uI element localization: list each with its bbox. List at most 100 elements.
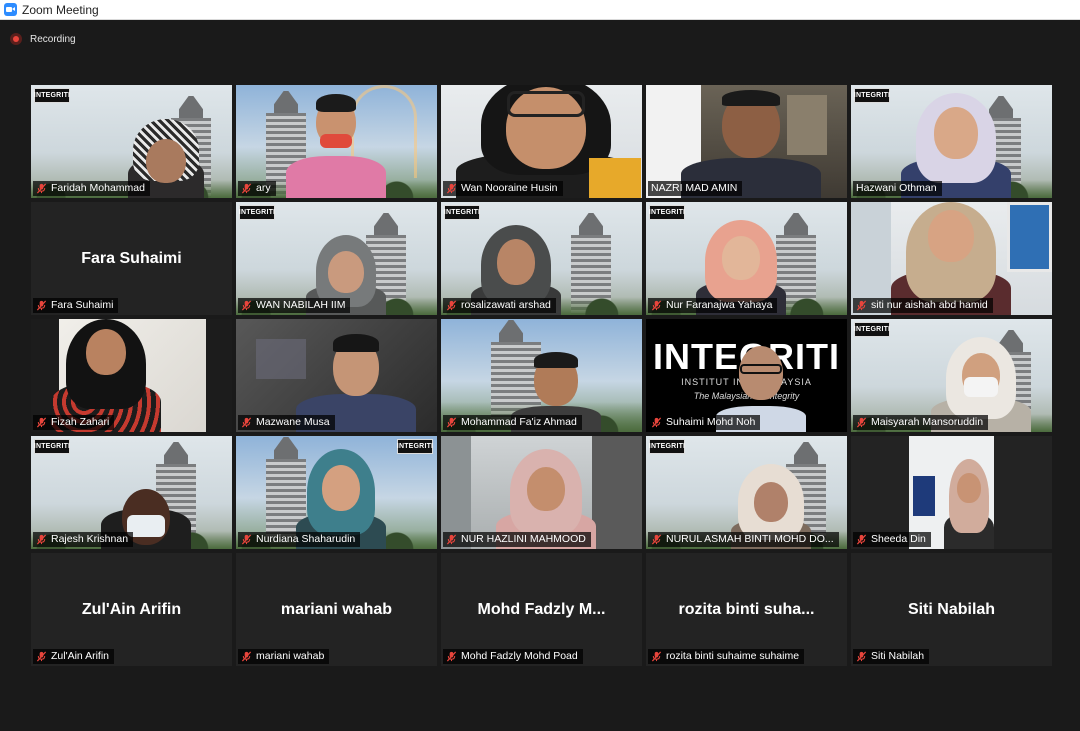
participant-name: rosalizawati arshad [461, 299, 551, 311]
participant-tile[interactable]: INTEGRITI Faridah Mohammad [31, 85, 232, 198]
participant-tile[interactable]: Mohammad Fa'iz Ahmad [441, 319, 642, 432]
participant-tile[interactable]: ary [236, 85, 437, 198]
mic-muted-icon [241, 534, 252, 545]
participant-tile[interactable]: Wan Nooraine Husin [441, 85, 642, 198]
participant-tile[interactable]: Sheeda Din [851, 436, 1052, 549]
participant-name: Nurdiana Shaharudin [256, 533, 356, 545]
mic-muted-icon [36, 417, 47, 428]
integriti-logo: INTEGRITI [854, 88, 890, 103]
participant-nameplate: Wan Nooraine Husin [443, 181, 563, 196]
participant-tile[interactable]: INTEGRITI Hazwani Othman [851, 85, 1052, 198]
participant-nameplate: siti nur aishah abd hamid [853, 298, 993, 313]
participant-name: Suhaimi Mohd Noh [666, 416, 756, 428]
participant-tile[interactable]: mariani wahab mariani wahab [236, 553, 437, 666]
participant-nameplate: Faridah Mohammad [33, 181, 150, 196]
zoom-app-icon [4, 3, 17, 16]
participant-name: ary [256, 182, 271, 194]
participant-nameplate: NURUL ASMAH BINTI MOHD DO... [648, 532, 839, 547]
participant-nameplate: Rajesh Krishnan [33, 532, 134, 547]
participant-name: Wan Nooraine Husin [461, 182, 558, 194]
participant-nameplate: mariani wahab [238, 649, 330, 664]
integriti-logo: INTEGRITI [397, 439, 433, 454]
mic-muted-icon [856, 300, 867, 311]
mic-muted-icon [651, 534, 662, 545]
participant-tile[interactable]: INTEGRITI INSTITUT INTE...ALAYSIA The Ma… [646, 319, 847, 432]
integriti-logo: INTEGRITI [854, 322, 890, 337]
participant-nameplate: Suhaimi Mohd Noh [648, 415, 761, 430]
mic-muted-icon [36, 300, 47, 311]
mic-muted-icon [446, 534, 457, 545]
integriti-logo: INTEGRITI [444, 205, 480, 220]
participant-nameplate: Hazwani Othman [853, 181, 942, 196]
participant-tile[interactable]: INTEGRITI Maisyarah Mansoruddin [851, 319, 1052, 432]
participant-name: NUR HAZLINI MAHMOOD [461, 533, 586, 545]
participant-name: Mazwane Musa [256, 416, 330, 428]
integriti-logo: INTEGRITI [34, 88, 70, 103]
participant-name: Fara Suhaimi [51, 299, 114, 311]
participant-tile[interactable]: rozita binti suha... rozita binti suhaim… [646, 553, 847, 666]
mic-muted-icon [241, 651, 252, 662]
participant-name: NAZRI MAD AMIN [651, 182, 738, 194]
participant-name: Nur Faranajwa Yahaya [666, 299, 773, 311]
gallery-view: INTEGRITI Faridah Mohammad ary Wan Noora… [31, 85, 1052, 666]
participant-tile[interactable]: Siti Nabilah Siti Nabilah [851, 553, 1052, 666]
mic-muted-icon [446, 183, 457, 194]
participant-tile[interactable]: Fara Suhaimi Fara Suhaimi [31, 202, 232, 315]
participant-name: Faridah Mohammad [51, 182, 145, 194]
mic-muted-icon [446, 300, 457, 311]
participant-nameplate: WAN NABILAH IIM [238, 298, 351, 313]
window-titlebar: Zoom Meeting [0, 0, 1080, 20]
integriti-logo: INTEGRITI [239, 205, 275, 220]
participant-nameplate: NUR HAZLINI MAHMOOD [443, 532, 591, 547]
participant-nameplate: Siti Nabilah [853, 649, 930, 664]
recording-label: Recording [30, 33, 76, 45]
participant-nameplate: Mazwane Musa [238, 415, 335, 430]
participant-tile[interactable]: INTEGRITI WAN NABILAH IIM [236, 202, 437, 315]
mic-muted-icon [36, 183, 47, 194]
participant-nameplate: Fara Suhaimi [33, 298, 119, 313]
participant-name: WAN NABILAH IIM [256, 299, 346, 311]
mic-muted-icon [446, 651, 457, 662]
participant-tile[interactable]: siti nur aishah abd hamid [851, 202, 1052, 315]
participant-tile[interactable]: INTEGRITI Nurdiana Shaharudin [236, 436, 437, 549]
mic-muted-icon [36, 651, 47, 662]
participant-name: Mohammad Fa'iz Ahmad [461, 416, 577, 428]
participant-tile[interactable]: Fizah Zahari [31, 319, 232, 432]
integriti-logo: INTEGRITI [649, 439, 685, 454]
participant-nameplate: Maisyarah Mansoruddin [853, 415, 989, 430]
participant-tile[interactable]: NUR HAZLINI MAHMOOD [441, 436, 642, 549]
participant-nameplate: Mohd Fadzly Mohd Poad [443, 649, 583, 664]
integriti-logo: INTEGRITI [34, 439, 70, 454]
participant-name: mariani wahab [256, 650, 325, 662]
participant-tile[interactable]: Zul'Ain Arifin Zul'Ain Arifin [31, 553, 232, 666]
participant-name: rozita binti suhaime suhaime [666, 650, 800, 662]
mic-muted-icon [856, 417, 867, 428]
participant-tile[interactable]: INTEGRITI Nur Faranajwa Yahaya [646, 202, 847, 315]
mic-muted-icon [241, 183, 252, 194]
participant-tile[interactable]: INTEGRITI Rajesh Krishnan [31, 436, 232, 549]
mic-muted-icon [36, 534, 47, 545]
participant-tile[interactable]: Mazwane Musa [236, 319, 437, 432]
participant-nameplate: Sheeda Din [853, 532, 931, 547]
participant-name: Sheeda Din [871, 533, 926, 545]
mic-muted-icon [651, 300, 662, 311]
participant-name: Hazwani Othman [856, 182, 937, 194]
participant-name: Fizah Zahari [51, 416, 110, 428]
participant-tile-active-speaker[interactable]: NAZRI MAD AMIN [646, 85, 847, 198]
mic-muted-icon [446, 417, 457, 428]
recording-icon [10, 33, 22, 45]
participant-nameplate: Nurdiana Shaharudin [238, 532, 361, 547]
participant-name: NURUL ASMAH BINTI MOHD DO... [666, 533, 834, 545]
participant-nameplate: NAZRI MAD AMIN [648, 181, 743, 196]
participant-name: Maisyarah Mansoruddin [871, 416, 984, 428]
mic-muted-icon [651, 651, 662, 662]
mic-muted-icon [241, 417, 252, 428]
participant-name: Siti Nabilah [871, 650, 925, 662]
participant-nameplate: Zul'Ain Arifin [33, 649, 115, 664]
participant-tile[interactable]: INTEGRITI rosalizawati arshad [441, 202, 642, 315]
participant-tile[interactable]: Mohd Fadzly M... Mohd Fadzly Mohd Poad [441, 553, 642, 666]
recording-indicator[interactable]: Recording [10, 31, 76, 47]
participant-tile[interactable]: INTEGRITI NURUL ASMAH BINTI MOHD DO... [646, 436, 847, 549]
participant-nameplate: rosalizawati arshad [443, 298, 556, 313]
mic-muted-icon [651, 417, 662, 428]
